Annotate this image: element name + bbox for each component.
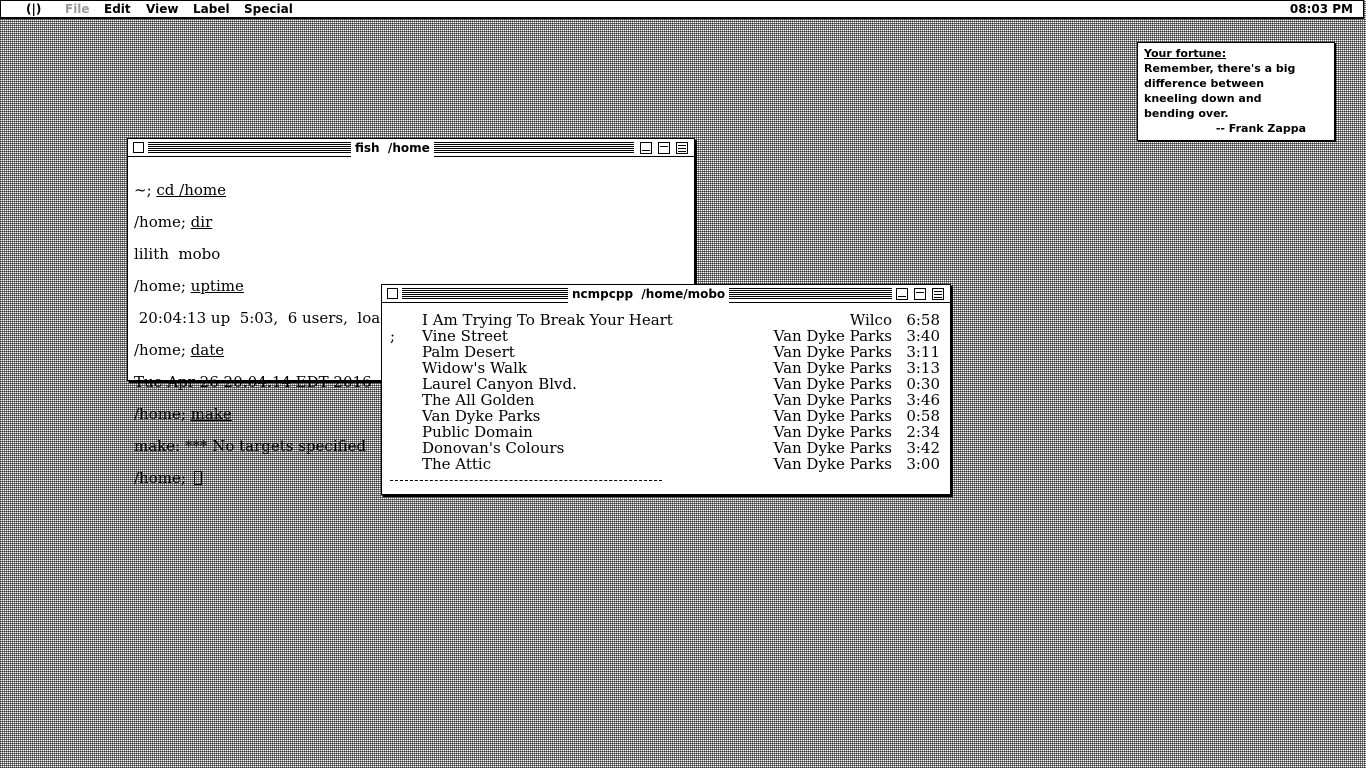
playlist-row[interactable]: Public Domain Van Dyke Parks 2:34	[382, 424, 948, 440]
menu-label[interactable]: Label	[193, 1, 230, 18]
terminal-command: uptime	[190, 277, 244, 295]
ncmpcpp-window[interactable]: ncmpcpp /home/mobo I Am Trying To Break …	[381, 284, 951, 495]
close-box-icon[interactable]	[387, 288, 398, 299]
playlist-row[interactable]: ; Vine Street Van Dyke Parks 3:40	[382, 328, 948, 344]
track-title: The Attic	[422, 455, 492, 473]
track-title: Palm Desert	[422, 343, 515, 361]
track-title: Widow's Walk	[422, 359, 527, 377]
track-artist: Van Dyke Parks	[773, 327, 892, 345]
minimize-icon[interactable]	[896, 288, 908, 300]
track-artist: Van Dyke Parks	[773, 391, 892, 409]
fortune-line: bending over.	[1144, 107, 1229, 120]
track-time: 3:46	[906, 391, 940, 409]
terminal-command: make	[190, 405, 232, 423]
apple-menu-icon[interactable]: (|)	[26, 1, 41, 18]
maximize-icon[interactable]	[658, 142, 670, 154]
minimize-icon[interactable]	[640, 142, 652, 154]
track-title: Public Domain	[422, 423, 533, 441]
fortune-line: kneeling down and	[1144, 92, 1262, 105]
track-artist: Van Dyke Parks	[773, 423, 892, 441]
terminal-command: cd /home	[156, 181, 227, 199]
fortune-line: Remember, there's a big	[1144, 62, 1296, 75]
terminal-line: ~; cd /home	[134, 181, 227, 199]
track-title: Donovan's Colours	[422, 439, 565, 457]
playlist-row[interactable]: Van Dyke Parks Van Dyke Parks 0:58	[382, 408, 948, 424]
maximize-icon[interactable]	[914, 288, 926, 300]
close-box-icon[interactable]	[133, 142, 144, 153]
playlist-row[interactable]: Palm Desert Van Dyke Parks 3:11	[382, 344, 948, 360]
track-artist: Van Dyke Parks	[773, 407, 892, 425]
terminal-command: date	[190, 341, 225, 359]
track-artist: Van Dyke Parks	[773, 375, 892, 393]
track-time: 3:11	[906, 343, 940, 361]
track-time: 3:00	[906, 455, 940, 473]
track-time: 2:34	[906, 423, 940, 441]
menu-special[interactable]: Special	[244, 1, 293, 18]
menu-view[interactable]: View	[146, 1, 178, 18]
fortune-line: difference between	[1144, 77, 1265, 90]
terminal-line: lilith mobo	[134, 245, 221, 263]
playlist-row[interactable]: Widow's Walk Van Dyke Parks 3:13	[382, 360, 948, 376]
playback-progress-bar[interactable]	[390, 480, 662, 482]
playlist-row[interactable]: The All Golden Van Dyke Parks 3:46	[382, 392, 948, 408]
menu-file[interactable]: File	[65, 1, 90, 18]
menu-clock[interactable]: 08:03 PM	[1290, 1, 1353, 18]
fortune-panel: Your fortune: Remember, there's a big di…	[1137, 42, 1335, 141]
playlist[interactable]: I Am Trying To Break Your Heart Wilco 6:…	[382, 312, 948, 472]
track-artist: Wilco	[849, 311, 892, 329]
terminal-command: dir	[190, 213, 213, 231]
fish-window-titlebar[interactable]: fish /home	[128, 139, 694, 157]
window-menu-icon[interactable]	[676, 142, 688, 154]
track-time: 0:30	[906, 375, 940, 393]
track-time: 3:13	[906, 359, 940, 377]
playlist-row[interactable]: Laurel Canyon Blvd. Van Dyke Parks 0:30	[382, 376, 948, 392]
menu-edit[interactable]: Edit	[104, 1, 131, 18]
track-title: Van Dyke Parks	[422, 407, 541, 425]
track-title: The All Golden	[422, 391, 535, 409]
track-time: 0:58	[906, 407, 940, 425]
track-artist: Van Dyke Parks	[773, 343, 892, 361]
ncmpcpp-window-title: ncmpcpp /home/mobo	[568, 285, 730, 303]
fish-window-title: fish /home	[351, 139, 434, 157]
track-title: I Am Trying To Break Your Heart	[422, 311, 673, 329]
track-artist: Van Dyke Parks	[773, 455, 892, 473]
playlist-row[interactable]: Donovan's Colours Van Dyke Parks 3:42	[382, 440, 948, 456]
playlist-row[interactable]: The Attic Van Dyke Parks 3:00	[382, 456, 948, 472]
track-time: 6:58	[906, 311, 940, 329]
track-artist: Van Dyke Parks	[773, 359, 892, 377]
fortune-title: Your fortune:	[1144, 47, 1227, 60]
menu-bar: (|) File Edit View Label Special 08:03 P…	[0, 0, 1364, 19]
now-playing-marker: ;	[390, 327, 396, 345]
track-time: 3:40	[906, 327, 940, 345]
track-title: Laurel Canyon Blvd.	[422, 375, 577, 393]
fortune-author: -- Frank Zappa	[1215, 122, 1306, 135]
track-title: Vine Street	[422, 327, 508, 345]
track-artist: Van Dyke Parks	[773, 439, 892, 457]
ncmpcpp-window-titlebar[interactable]: ncmpcpp /home/mobo	[382, 285, 950, 303]
playlist-row[interactable]: I Am Trying To Break Your Heart Wilco 6:…	[382, 312, 948, 328]
text-cursor	[193, 471, 202, 485]
window-menu-icon[interactable]	[932, 288, 944, 300]
terminal-line: /home; dir	[134, 213, 213, 231]
track-time: 3:42	[906, 439, 940, 457]
